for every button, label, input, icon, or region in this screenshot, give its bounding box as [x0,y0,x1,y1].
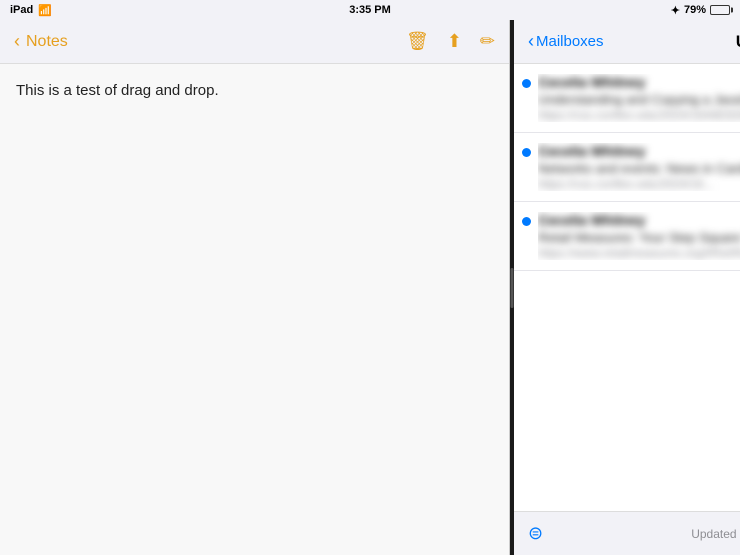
mail-update-status: Updated Just Now [543,527,740,541]
chevron-left-icon: ‹ [528,31,534,52]
ipad-label: iPad [10,4,33,16]
status-bar: iPad 📶 3:35 PM ✦ 79% [0,0,740,20]
mail-item[interactable]: Cecelia Whitney 1/15/15 Retail Measures:… [514,202,740,271]
unread-dot [522,148,531,157]
notes-toolbar: ‹ Notes 🗑 ⬆ ✏ [0,20,509,64]
status-right: ✦ 79% [671,4,730,17]
app-area: ‹ Notes 🗑 ⬆ ✏ This is a test of drag and… [0,20,740,555]
unread-dot [522,217,531,226]
battery-icon [710,5,730,15]
notes-content[interactable]: This is a test of drag and drop. [0,64,509,555]
share-icon[interactable]: ⬆ [447,31,462,52]
bluetooth-icon: ✦ [671,4,680,17]
mail-item-header: Cecelia Whitney 1/15/15 [538,212,740,228]
battery-percent: 79% [684,4,706,16]
status-left: iPad 📶 [10,4,52,17]
mail-item-content: Cecelia Whitney 1/15/15 Retail Measures:… [538,212,740,260]
mail-preview: https://css.conflex.edu/2024/16A6E826A64… [538,108,740,122]
mail-list: Cecelia Whitney 1/15/15 Understanding an… [514,64,740,511]
mail-preview: https://www.retailmeasures.org/l/Ret/Ret… [538,246,740,260]
chevron-left-icon: ‹ [14,31,20,52]
status-time: 3:35 PM [349,4,391,16]
filter-icon[interactable]: ⊜ [528,523,543,544]
divider-handle [511,268,514,308]
mail-item[interactable]: Cecelia Whitney 1/15/15 Understanding an… [514,64,740,133]
mail-title: Unread [736,32,740,52]
mail-subject: Understanding and Copying a JavaScript..… [538,92,740,107]
notes-back-label: Notes [26,33,68,51]
mail-item-content: Cecelia Whitney 1/15/15 Understanding an… [538,74,740,122]
compose-icon[interactable]: ✏ [480,31,495,52]
mail-item[interactable]: Cecelia Whitney 1/15/15 Networks and eve… [514,133,740,202]
notes-toolbar-icons: 🗑 ⬆ ✏ [406,31,495,52]
note-text: This is a test of drag and drop. [16,82,219,99]
mail-sender: Cecelia Whitney [538,74,645,90]
mail-item-content: Cecelia Whitney 1/15/15 Networks and eve… [538,143,740,191]
wifi-icon: 📶 [38,4,52,17]
unread-dot [522,79,531,88]
mailboxes-label: Mailboxes [536,33,604,50]
mail-sender: Cecelia Whitney [538,143,645,159]
mail-sender: Cecelia Whitney [538,212,645,228]
mail-item-header: Cecelia Whitney 1/15/15 [538,143,740,159]
mail-subject: Retail Measures: Your Step Square T... [538,230,740,245]
mail-panel: ‹ Mailboxes Unread Edit Cecelia Whitney … [514,20,740,555]
mail-footer: ⊜ Updated Just Now ✏ [514,511,740,555]
mail-subject: Networks and events: News in Cardina... [538,161,740,176]
notes-panel: ‹ Notes 🗑 ⬆ ✏ This is a test of drag and… [0,20,510,555]
delete-icon[interactable]: 🗑 [406,31,429,52]
notes-back-button[interactable]: ‹ Notes [14,31,68,52]
mail-preview: https://css.conflex.edu/2024/16... [538,177,740,191]
mail-item-header: Cecelia Whitney 1/15/15 [538,74,740,90]
mail-footer-wrapper: ⊜ Updated Just Now ✏ [528,523,740,544]
mail-toolbar: ‹ Mailboxes Unread Edit [514,20,740,64]
mailboxes-back-button[interactable]: ‹ Mailboxes [528,31,604,52]
